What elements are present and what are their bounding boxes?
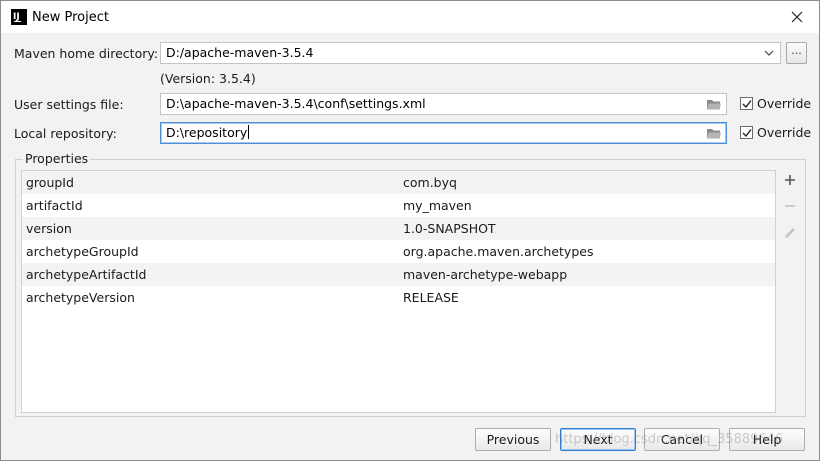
checkbox-box[interactable] [740,126,753,139]
property-key: archetypeArtifactId [26,267,147,282]
properties-table: groupId com.byq artifactId my_maven vers… [21,170,776,413]
add-icon [785,175,795,185]
property-value[interactable]: org.apache.maven.archetypes [403,244,593,259]
chevron-down-icon[interactable] [764,49,774,57]
local-repo-value: D:\repository [166,125,248,140]
checkmark-icon [742,100,752,109]
maven-version-note: (Version: 3.5.4) [160,71,256,86]
property-key: archetypeGroupId [26,244,139,259]
property-key: groupId [26,175,74,190]
table-row[interactable]: archetypeGroupId org.apache.maven.archet… [22,240,775,263]
table-row[interactable]: archetypeVersion RELEASE [22,286,775,309]
properties-title: Properties [23,151,91,166]
property-value[interactable]: com.byq [403,175,457,190]
property-key: version [26,221,72,236]
intellij-app-icon: IJ [11,9,27,25]
table-row[interactable]: groupId com.byq [22,171,775,194]
folder-icon[interactable] [706,98,722,111]
property-value[interactable]: RELEASE [403,290,459,305]
previous-button[interactable]: Previous [475,428,551,451]
watermark-text: https://blog.csdn.net/qq_35889646 [555,432,784,447]
close-button[interactable] [775,1,819,33]
user-settings-field[interactable]: D:\apache-maven-3.5.4\conf\settings.xml [160,93,727,115]
property-value[interactable]: 1.0-SNAPSHOT [403,221,496,236]
folder-icon[interactable] [706,127,722,140]
property-value[interactable]: my_maven [403,198,472,213]
maven-home-value: D:/apache-maven-3.5.4 [166,45,314,60]
table-row[interactable]: version 1.0-SNAPSHOT [22,217,775,240]
add-property-button[interactable] [780,174,800,194]
remove-icon [785,205,795,207]
remove-property-button[interactable] [780,200,800,220]
title-bar: IJ New Project [1,1,819,33]
checkmark-icon [742,129,752,138]
property-key: artifactId [26,198,83,213]
override-label: Override [757,96,812,111]
property-key: archetypeVersion [26,290,135,305]
table-row[interactable]: archetypeArtifactId maven-archetype-weba… [22,263,775,286]
checkbox-box[interactable] [740,97,753,110]
close-icon [791,11,803,23]
local-repo-label: Local repository: [14,126,117,141]
browse-maven-home-button[interactable]: ... [786,42,807,64]
edit-property-button[interactable] [780,226,800,246]
table-row[interactable]: artifactId my_maven [22,194,775,217]
properties-toolbar [778,170,803,413]
window-title: New Project [32,10,109,25]
maven-home-label: Maven home directory: [14,46,159,61]
text-caret [248,125,250,139]
local-repo-field[interactable]: D:\repository [160,122,727,144]
property-value[interactable]: maven-archetype-webapp [403,267,567,282]
maven-home-combobox[interactable]: D:/apache-maven-3.5.4 [160,42,781,64]
new-project-dialog: IJ New Project Maven home directory: D:/… [0,0,820,461]
user-settings-value: D:\apache-maven-3.5.4\conf\settings.xml [166,96,426,111]
override-label: Override [757,125,812,140]
user-settings-label: User settings file: [14,97,124,112]
edit-icon [785,228,795,238]
